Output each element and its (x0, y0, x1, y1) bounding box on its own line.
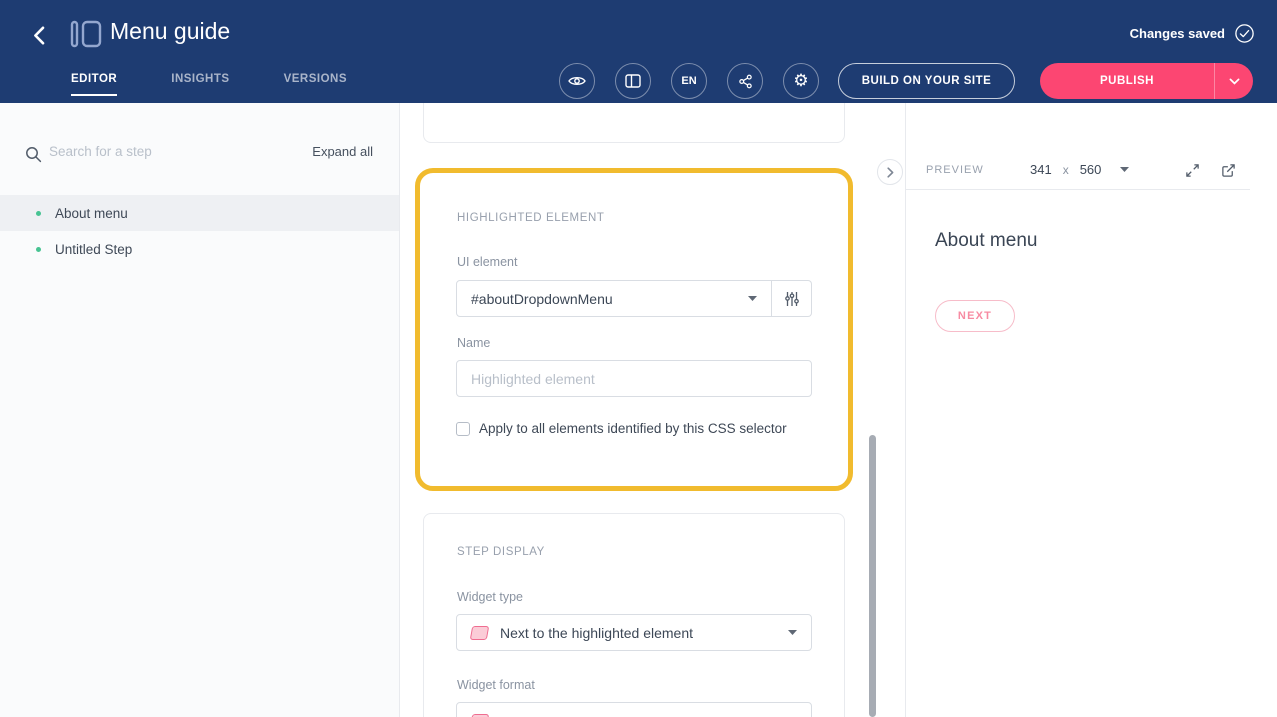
step-item-label: Untitled Step (55, 242, 132, 257)
header-icon-buttons: EN ⚙ (559, 63, 819, 99)
highlighted-element-section-title: HIGHLIGHTED ELEMENT (457, 212, 605, 224)
publish-button[interactable]: PUBLISH (1040, 63, 1253, 99)
back-button[interactable] (26, 22, 52, 48)
preview-header: PREVIEW 341 x 560 (906, 150, 1250, 190)
ui-element-label: UI element (457, 255, 517, 269)
preview-eye-button[interactable] (559, 63, 595, 99)
chevron-down-icon (1229, 78, 1240, 85)
settings-button[interactable]: ⚙ (783, 63, 819, 99)
name-label: Name (457, 336, 490, 350)
steps-sidebar: Expand all About menu Untitled Step (0, 103, 400, 717)
highlighted-element-name-input[interactable] (456, 360, 812, 397)
gear-icon: ⚙ (793, 71, 808, 91)
tab-versions[interactable]: VERSIONS (284, 67, 347, 96)
collapse-preview-button[interactable] (877, 159, 903, 185)
preview-header-actions (1184, 162, 1236, 178)
expand-all-link[interactable]: Expand all (312, 144, 373, 159)
widget-type-select[interactable]: Next to the highlighted element (456, 614, 812, 651)
share-button[interactable] (727, 63, 763, 99)
step-search-input[interactable] (49, 139, 259, 163)
preview-next-button[interactable]: NEXT (935, 300, 1015, 332)
step-display-section-title: STEP DISPLAY (457, 546, 545, 558)
ui-element-select-group: #aboutDropdownMenu (456, 280, 812, 317)
preview-panel: PREVIEW 341 x 560 About menu NEXT (905, 103, 1277, 717)
widget-type-label: Widget type (457, 590, 523, 604)
widget-format-select[interactable] (456, 702, 812, 717)
saved-check-icon (1234, 23, 1255, 44)
app-window: Menu guide Changes saved EDITOR INSIGHTS… (0, 0, 1277, 717)
step-status-dot (36, 211, 41, 216)
external-link-icon (1221, 163, 1236, 178)
step-editor-panel: HIGHLIGHTED ELEMENT UI element #aboutDro… (401, 103, 905, 717)
publish-dropdown-toggle[interactable] (1215, 63, 1253, 99)
tab-insights[interactable]: INSIGHTS (171, 67, 229, 96)
apply-to-all-checkbox[interactable] (456, 422, 470, 436)
previous-settings-card (423, 103, 845, 143)
top-bar: Menu guide Changes saved EDITOR INSIGHTS… (0, 0, 1277, 103)
apply-to-all-row: Apply to all elements identified by this… (456, 421, 787, 436)
chevron-left-icon (33, 26, 45, 45)
step-item-about-menu[interactable]: About menu (0, 195, 399, 231)
ui-element-selected-value: #aboutDropdownMenu (471, 291, 748, 307)
step-item-label: About menu (55, 206, 128, 221)
tooltip-widget-icon (470, 626, 489, 640)
widget-type-selected-value: Next to the highlighted element (500, 625, 776, 641)
preview-height-value: 560 (1080, 162, 1102, 177)
editor-scrollbar[interactable] (869, 435, 876, 717)
chevron-down-icon (748, 296, 757, 301)
language-button[interactable]: EN (671, 63, 707, 99)
preview-size-separator: x (1063, 163, 1069, 177)
widget-format-label: Widget format (457, 678, 535, 692)
tab-editor[interactable]: EDITOR (71, 67, 117, 96)
publish-button-label: PUBLISH (1040, 63, 1214, 99)
chevron-down-icon (788, 630, 797, 635)
preview-step-title: About menu (935, 230, 1037, 252)
app-logo-icon (70, 20, 102, 48)
ui-element-select[interactable]: #aboutDropdownMenu (456, 280, 772, 317)
sliders-icon (784, 291, 800, 307)
layout-panel-button[interactable] (615, 63, 651, 99)
eye-icon (568, 74, 586, 88)
preview-title: PREVIEW (926, 164, 984, 176)
changes-saved-status: Changes saved (1130, 26, 1225, 41)
layout-panel-icon (625, 74, 641, 88)
share-icon (738, 74, 753, 89)
chevron-right-icon (887, 167, 894, 178)
apply-to-all-label: Apply to all elements identified by this… (479, 421, 787, 436)
fullscreen-preview-button[interactable] (1184, 162, 1200, 178)
step-list: About menu Untitled Step (0, 195, 399, 267)
open-in-new-window-button[interactable] (1220, 162, 1236, 178)
step-item-untitled-step[interactable]: Untitled Step (0, 231, 399, 267)
preview-width-value: 341 (1030, 162, 1052, 177)
element-picker-button[interactable] (772, 280, 812, 317)
build-on-your-site-button[interactable]: BUILD ON YOUR SITE (838, 63, 1015, 99)
guide-title: Menu guide (110, 18, 230, 45)
header-tabs: EDITOR INSIGHTS VERSIONS (71, 67, 347, 96)
search-icon (25, 146, 42, 163)
step-status-dot (36, 247, 41, 252)
chevron-down-icon (1120, 167, 1129, 172)
tooltip-widget-icon (470, 714, 489, 717)
preview-size-dropdown[interactable]: 341 x 560 (1030, 162, 1129, 177)
expand-icon (1185, 163, 1200, 178)
